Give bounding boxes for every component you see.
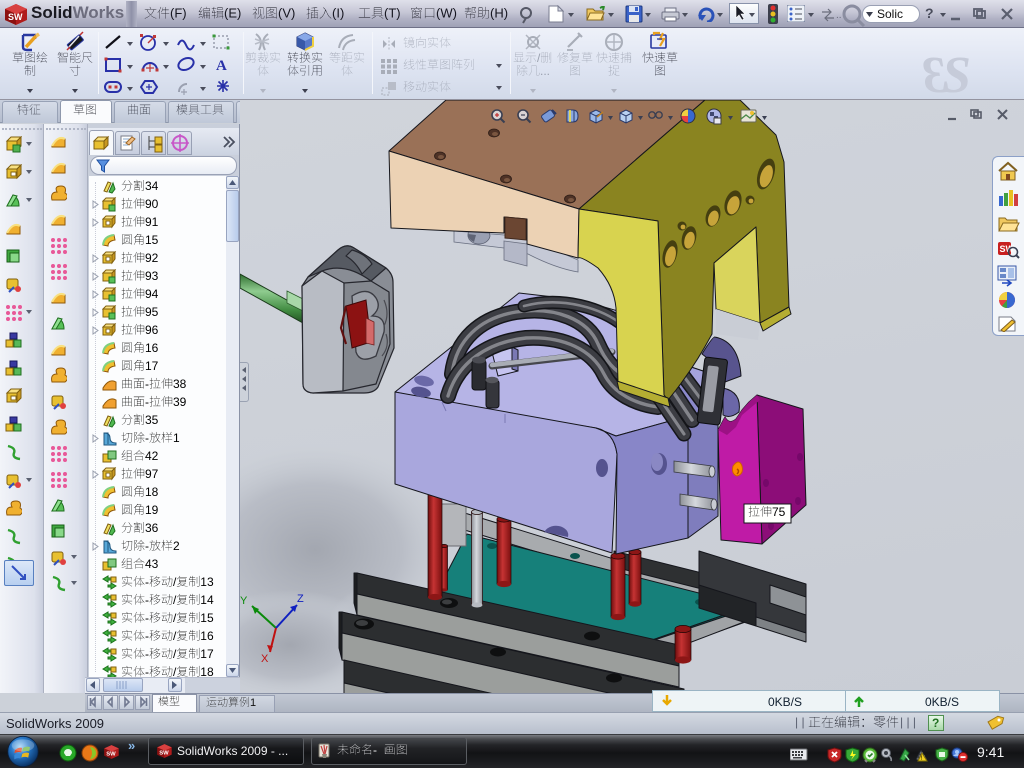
svg-text:/: / [173,593,177,607]
svg-text:36: 36 [145,521,159,535]
svg-text:SW: SW [1000,244,1015,254]
svg-text:-: - [145,377,149,391]
svg-text:(E): (E) [224,6,241,21]
svg-text:97: 97 [145,467,159,481]
svg-text:18: 18 [145,485,159,499]
svg-text:-: - [145,395,149,409]
svg-text:-: - [373,743,377,757]
svg-text:-: - [145,611,149,625]
svg-text:SW: SW [106,752,116,758]
svg-text:34: 34 [145,179,159,193]
svg-text:-: - [145,431,149,445]
svg-text:35: 35 [145,413,159,427]
svg-text:/: / [173,647,177,661]
svg-text:1: 1 [250,697,256,709]
svg-text:...: ... [540,64,550,78]
svg-text:38: 38 [173,377,187,391]
svg-text:92: 92 [145,251,159,265]
svg-text:93: 93 [145,269,159,283]
svg-text:17: 17 [145,359,159,373]
svg-text:90: 90 [145,197,159,211]
svg-text:-: - [145,629,149,643]
svg-text:91: 91 [145,215,159,229]
svg-text:96: 96 [145,323,159,337]
svg-text:(T): (T) [384,6,401,21]
svg-text:1: 1 [173,431,180,445]
svg-text:(H): (H) [490,6,508,21]
svg-text:2: 2 [173,539,180,553]
svg-text:42: 42 [145,449,159,463]
svg-text:17: 17 [200,647,214,661]
svg-text:/: / [537,51,541,65]
svg-text:(F): (F) [170,6,187,21]
svg-text:43: 43 [145,557,159,571]
svg-text:-: - [145,539,149,553]
svg-text:16: 16 [200,629,214,643]
svg-text:-: - [145,647,149,661]
svg-text:14: 14 [200,593,214,607]
svg-text:19: 19 [145,503,159,517]
svg-text:15: 15 [145,233,159,247]
svg-text:(W): (W) [436,6,457,21]
svg-text:(I): (I) [332,6,344,21]
svg-text:/: / [173,575,177,589]
svg-text:95: 95 [145,305,159,319]
svg-text:75: 75 [772,505,786,519]
svg-text:SW: SW [159,751,169,757]
svg-text:16: 16 [145,341,159,355]
svg-text:15: 15 [200,611,214,625]
svg-text:/: / [173,611,177,625]
svg-text:39: 39 [173,395,187,409]
svg-text:13: 13 [200,575,214,589]
svg-text:94: 94 [145,287,159,301]
svg-text:-: - [145,593,149,607]
svg-text:/: / [173,629,177,643]
svg-text:SW: SW [8,12,23,22]
svg-text:A: A [216,58,227,73]
svg-text:(V): (V) [278,6,295,21]
svg-text:-: - [145,575,149,589]
